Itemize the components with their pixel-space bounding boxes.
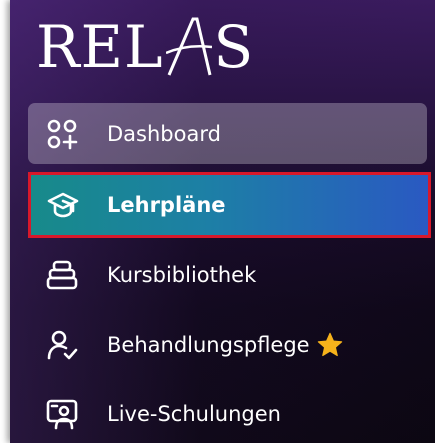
dashboard-grid-plus-icon: [46, 118, 78, 150]
presenter-screen-icon: [46, 398, 78, 430]
sidebar-item-label: Dashboard: [107, 121, 221, 146]
logo-a-mark: [165, 17, 212, 77]
library-stack-icon: [46, 259, 78, 291]
graduation-cap-icon: [47, 189, 79, 221]
logo-text-right: S: [213, 13, 255, 81]
sidebar-item-label: Lehrpläne: [107, 193, 226, 217]
sidebar-item-lehrplaene[interactable]: Lehrpläne: [28, 172, 431, 238]
sidebar-item-label: Live-Schulungen: [107, 401, 281, 426]
sidebar-item-behandlungspflege[interactable]: Behandlungspflege: [30, 315, 427, 374]
sidebar-item-label: Kursbibliothek: [107, 262, 257, 287]
sidebar: REL S Dashboard Lehrpläne Kursbibliothek…: [10, 0, 435, 443]
user-check-icon: [46, 329, 78, 361]
sidebar-item-dashboard[interactable]: Dashboard: [28, 103, 427, 164]
sidebar-item-label-wrap: Behandlungspflege: [107, 331, 344, 359]
logo-text-left: REL: [36, 13, 164, 81]
sidebar-item-kursbibliothek[interactable]: Kursbibliothek: [30, 245, 427, 304]
star-icon: [316, 331, 344, 359]
relias-logo[interactable]: REL S: [36, 12, 254, 82]
sidebar-item-live-schulungen[interactable]: Live-Schulungen: [30, 384, 427, 443]
screenshot-frame: REL S Dashboard Lehrpläne Kursbibliothek…: [0, 0, 435, 443]
sidebar-item-label: Behandlungspflege: [107, 332, 310, 357]
